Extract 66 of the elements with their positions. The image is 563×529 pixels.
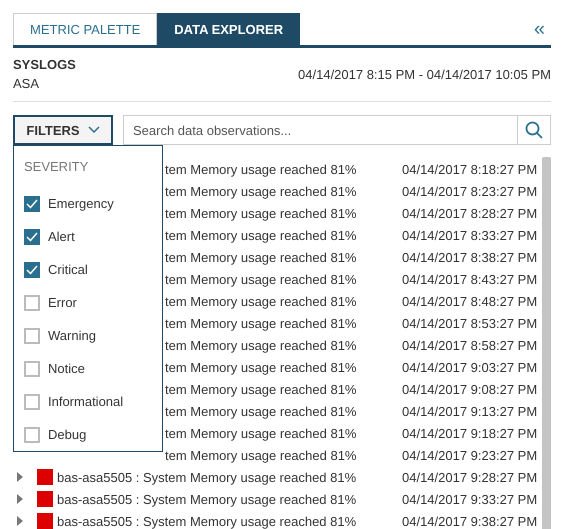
section-title: SYSLOGS bbox=[13, 57, 76, 72]
option-label[interactable]: Emergency bbox=[48, 196, 114, 211]
log-message: tem Memory usage reached 81% bbox=[165, 382, 356, 396]
expand-icon[interactable] bbox=[17, 472, 23, 482]
log-time: 04/14/2017 8:48:27 PM bbox=[402, 294, 538, 308]
checkbox[interactable] bbox=[24, 294, 40, 310]
option-label[interactable]: Debug bbox=[48, 427, 86, 442]
option-label[interactable]: Notice bbox=[48, 361, 85, 376]
tab[interactable]: DATA EXPLORER bbox=[157, 13, 300, 45]
option-label[interactable]: Warning bbox=[48, 328, 96, 343]
menu-heading: SEVERITY bbox=[24, 159, 90, 174]
search-button[interactable] bbox=[517, 115, 551, 145]
log-message: tem Memory usage reached 81% bbox=[165, 250, 356, 264]
log-message: tem Memory usage reached 81% bbox=[165, 228, 356, 242]
checkbox[interactable] bbox=[24, 394, 40, 410]
search-icon bbox=[525, 121, 543, 139]
checkbox[interactable] bbox=[24, 262, 40, 278]
option-label[interactable]: Informational bbox=[48, 394, 124, 409]
log-message: tem Memory usage reached 81% bbox=[165, 338, 356, 352]
log-message: tem Memory usage reached 81% bbox=[165, 184, 356, 198]
checkbox[interactable] bbox=[24, 196, 40, 212]
log-time: 04/14/2017 8:38:27 PM bbox=[402, 250, 538, 264]
log-time: 04/14/2017 9:18:27 PM bbox=[402, 426, 538, 440]
scrollbar[interactable] bbox=[542, 157, 551, 529]
log-message: tem Memory usage reached 81% bbox=[165, 316, 356, 330]
log-time: 04/14/2017 8:28:27 PM bbox=[402, 206, 538, 220]
log-time: 04/14/2017 9:33:27 PM bbox=[402, 492, 538, 506]
log-time: 04/14/2017 8:33:27 PM bbox=[402, 228, 538, 242]
date-range: 04/14/2017 8:15 PM - 04/14/2017 10:05 PM bbox=[298, 66, 551, 82]
option-label[interactable]: Error bbox=[48, 295, 77, 310]
log-time: 04/14/2017 9:23:27 PM bbox=[402, 448, 538, 462]
checkbox[interactable] bbox=[24, 360, 40, 376]
log-time: 04/14/2017 8:58:27 PM bbox=[402, 338, 538, 352]
log-time: 04/14/2017 9:13:27 PM bbox=[402, 404, 538, 418]
search-field[interactable]: Search data observations... bbox=[123, 115, 517, 145]
expand-icon[interactable] bbox=[17, 494, 23, 504]
option-label[interactable]: Critical bbox=[48, 262, 88, 277]
log-message: tem Memory usage reached 81% bbox=[165, 272, 356, 286]
log-message: tem Memory usage reached 81% bbox=[165, 448, 356, 462]
chevron-down-icon bbox=[88, 126, 100, 134]
collapse-button[interactable]: « bbox=[528, 13, 551, 45]
checkbox[interactable] bbox=[24, 426, 40, 442]
log-message: bas-asa5505 : System Memory usage reached 81% bbox=[57, 470, 356, 484]
log-message: tem Memory usage reached 81% bbox=[165, 426, 356, 440]
log-message: bas-asa5505 : System Memory usage reached 81% bbox=[57, 492, 356, 506]
log-message: tem Memory usage reached 81% bbox=[165, 294, 356, 308]
source-name: ASA bbox=[13, 76, 40, 91]
checkbox[interactable] bbox=[24, 328, 40, 344]
expand-icon[interactable] bbox=[17, 516, 23, 526]
filters-button[interactable]: FILTERS bbox=[13, 115, 113, 145]
log-time: 04/14/2017 9:38:27 PM bbox=[402, 514, 538, 528]
log-time: 04/14/2017 9:08:27 PM bbox=[402, 382, 538, 396]
log-message: tem Memory usage reached 81% bbox=[165, 206, 356, 220]
log-time: 04/14/2017 8:23:27 PM bbox=[402, 184, 538, 198]
tab[interactable]: METRIC PALETTE bbox=[13, 13, 158, 45]
log-time: 04/14/2017 9:28:27 PM bbox=[402, 470, 538, 484]
log-time: 04/14/2017 8:53:27 PM bbox=[402, 316, 538, 330]
log-message: tem Memory usage reached 81% bbox=[165, 404, 356, 418]
log-message: tem Memory usage reached 81% bbox=[165, 162, 356, 176]
log-message: bas-asa5505 : System Memory usage reached 81% bbox=[57, 514, 356, 528]
log-time: 04/14/2017 8:43:27 PM bbox=[402, 272, 538, 286]
log-time: 04/14/2017 9:03:27 PM bbox=[402, 360, 538, 374]
option-label[interactable]: Alert bbox=[48, 229, 75, 244]
log-message: tem Memory usage reached 81% bbox=[165, 360, 356, 374]
checkbox[interactable] bbox=[24, 228, 40, 244]
log-time: 04/14/2017 8:18:27 PM bbox=[402, 162, 538, 176]
